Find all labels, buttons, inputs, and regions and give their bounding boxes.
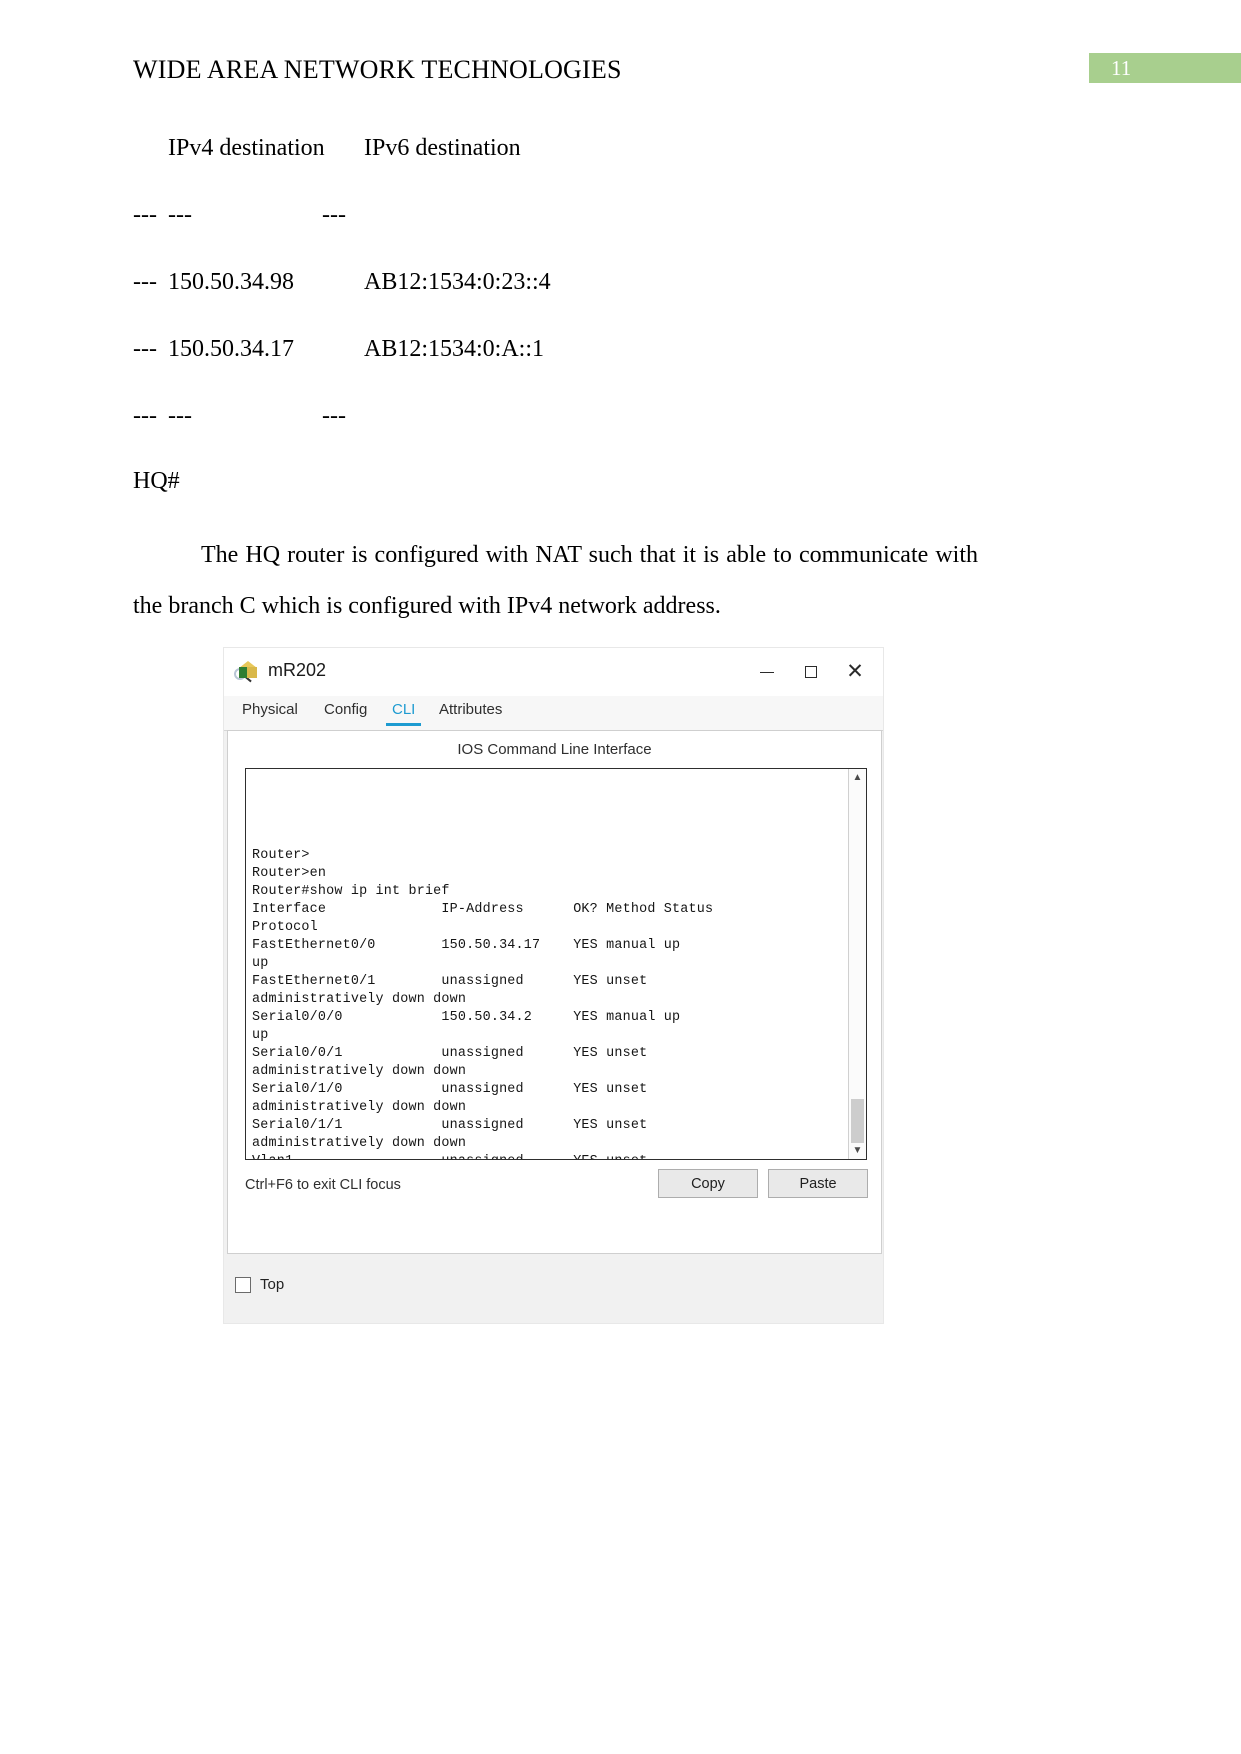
row-3-ipv6: ---	[322, 403, 346, 429]
panel-title: IOS Command Line Interface	[457, 741, 652, 758]
minimize-button[interactable]	[745, 652, 789, 692]
terminal-scrollbar[interactable]: ▲ ▼	[848, 769, 866, 1159]
top-checkbox-label: Top	[260, 1276, 285, 1293]
window-title: mR202	[268, 660, 327, 680]
terminal-output[interactable]: Router> Router>en Router#show ip int bri…	[245, 768, 867, 1160]
row-0-ipv4: ---	[168, 202, 192, 228]
row-2-dash: ---	[133, 336, 157, 362]
tab-bar: Physical Config CLI Attributes	[224, 696, 883, 731]
page-number-badge: 11	[1089, 53, 1241, 83]
column-header-ipv4: IPv4 destination	[168, 135, 325, 161]
window-titlebar: mR202 ✕	[224, 648, 883, 696]
tab-attributes[interactable]: Attributes	[439, 701, 502, 722]
close-button[interactable]: ✕	[833, 652, 877, 692]
row-1-ipv6: AB12:1534:0:23::4	[364, 269, 551, 295]
top-checkbox[interactable]: Top	[235, 1276, 284, 1293]
window-footer: Top	[227, 1268, 882, 1308]
scroll-up-icon[interactable]: ▲	[849, 769, 866, 786]
scroll-down-icon[interactable]: ▼	[849, 1142, 866, 1159]
row-1-ipv4: 150.50.34.98	[168, 269, 294, 295]
row-0-ipv6: ---	[322, 202, 346, 228]
tab-cli[interactable]: CLI	[385, 701, 422, 726]
row-2-ipv6: AB12:1534:0:A::1	[364, 336, 545, 362]
package-left-icon	[239, 667, 247, 678]
terminal-text: Router> Router>en Router#show ip int bri…	[252, 848, 714, 1159]
cli-focus-hint: Ctrl+F6 to exit CLI focus	[245, 1177, 401, 1193]
paste-button[interactable]: Paste	[768, 1169, 868, 1198]
cli-panel: IOS Command Line Interface Router> Route…	[227, 730, 882, 1254]
row-3-dash: ---	[133, 403, 157, 429]
cli-window: mR202 ✕ Physical Config CLI Attributes I…	[223, 647, 884, 1324]
body-paragraph: The HQ router is configured with NAT suc…	[133, 542, 978, 619]
row-1-dash: ---	[133, 269, 157, 295]
row-2-ipv4: 150.50.34.17	[168, 336, 294, 362]
row-3-ipv4: ---	[168, 403, 192, 429]
minimize-icon	[760, 671, 774, 673]
close-icon: ✕	[846, 660, 864, 683]
cli-prompt-text: HQ#	[133, 468, 180, 494]
window-controls: ✕	[745, 648, 877, 696]
column-header-ipv6: IPv6 destination	[364, 135, 521, 161]
page-title: WIDE AREA NETWORK TECHNOLOGIES	[133, 55, 622, 84]
package-right-icon	[247, 667, 257, 678]
page-header: WIDE AREA NETWORK TECHNOLOGIES 11	[0, 53, 1241, 95]
scrollbar-thumb[interactable]	[851, 1099, 864, 1143]
maximize-icon	[805, 666, 817, 678]
row-0-dash: ---	[133, 202, 157, 228]
tab-config[interactable]: Config	[324, 701, 367, 722]
router-package-icon	[234, 659, 260, 683]
page-number-text: 11	[1111, 56, 1132, 80]
checkbox-icon[interactable]	[235, 1276, 251, 1293]
tab-physical[interactable]: Physical	[242, 701, 298, 722]
copy-button[interactable]: Copy	[658, 1169, 758, 1198]
maximize-button[interactable]	[789, 652, 833, 692]
